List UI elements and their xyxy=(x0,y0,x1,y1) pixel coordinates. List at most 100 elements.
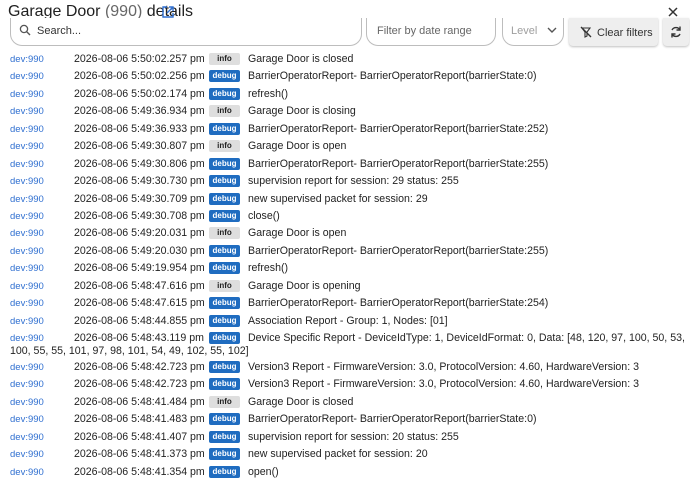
device-link[interactable]: dev:990 xyxy=(10,194,44,205)
log-timestamp: 2026-08-06 5:48:47.615 pm xyxy=(74,297,205,310)
level-badge: debug xyxy=(209,175,240,188)
device-link[interactable]: dev:990 xyxy=(10,362,44,373)
log-row: dev:990 2026-08-06 5:48:43.119 pm debug Dev… xyxy=(0,330,690,359)
log-message: Association Report - Group: 1, Nodes: [0… xyxy=(248,314,448,327)
log-row: dev:990 2026-08-06 5:48:41.407 pm debug sup… xyxy=(0,429,690,446)
level-badge: info xyxy=(209,53,240,65)
level-badge: info xyxy=(209,279,240,292)
device-link[interactable]: dev:990 xyxy=(10,316,44,327)
log-timestamp: 2026-08-06 5:50:02.256 pm xyxy=(74,70,205,83)
device-link[interactable]: dev:990 xyxy=(10,432,44,443)
level-badge: debug xyxy=(209,314,240,327)
log-row: dev:990 2026-08-06 5:48:44.855 pm debug Ass… xyxy=(0,313,690,330)
log-row: dev:990 2026-08-06 5:50:02.256 pm debug Bar… xyxy=(0,68,690,85)
log-message: Version3 Report - FirmwareVersion: 3.0, … xyxy=(248,378,639,391)
level-badge: debug xyxy=(209,192,240,205)
level-badge: debug xyxy=(209,209,240,222)
log-timestamp: 2026-08-06 5:48:41.484 pm xyxy=(74,395,205,408)
log-message: Garage Door is opening xyxy=(248,279,361,292)
log-row: dev:990 2026-08-06 5:49:30.806 pm debug Bar… xyxy=(0,156,690,173)
device-link[interactable]: dev:990 xyxy=(10,449,44,460)
device-link[interactable]: dev:990 xyxy=(10,298,44,309)
device-link[interactable]: dev:990 xyxy=(10,54,44,65)
log-timestamp: 2026-08-06 5:48:42.723 pm xyxy=(74,361,205,373)
level-select-label: Level xyxy=(511,25,538,37)
log-row: dev:990 2026-08-06 5:49:30.807 pm info Gara… xyxy=(0,138,690,155)
device-link[interactable]: dev:990 xyxy=(10,176,44,187)
device-link[interactable]: dev:990 xyxy=(10,281,44,292)
log-row: dev:990 2026-08-06 5:50:02.257 pm info Gara… xyxy=(0,51,690,68)
search-field[interactable] xyxy=(10,18,362,46)
level-badge: debug xyxy=(209,465,240,478)
log-message: Garage Door is closed xyxy=(248,395,354,408)
log-message: BarrierOperatorReport- BarrierOperatorRe… xyxy=(248,157,549,170)
level-badge: debug xyxy=(209,448,240,461)
device-link[interactable]: dev:990 xyxy=(10,159,44,170)
close-icon[interactable] xyxy=(666,5,680,19)
log-list: dev:990 2026-08-06 5:50:02.257 pm info Gara… xyxy=(0,51,690,481)
device-link[interactable]: dev:990 xyxy=(10,397,44,408)
refresh-icon xyxy=(671,26,681,38)
log-message: BarrierOperatorReport- BarrierOperatorRe… xyxy=(248,297,549,310)
device-link[interactable]: dev:990 xyxy=(10,89,44,100)
level-badge: debug xyxy=(209,430,240,443)
device-link[interactable]: dev:990 xyxy=(10,211,44,222)
level-badge: info xyxy=(209,140,240,153)
level-badge: info xyxy=(209,105,240,118)
log-message: new supervised packet for session: 20 xyxy=(248,448,428,461)
log-message: Version3 Report - FirmwareVersion: 3.0, … xyxy=(248,361,639,373)
device-link[interactable]: dev:990 xyxy=(10,246,44,257)
log-message: Garage Door is closing xyxy=(248,105,356,118)
log-timestamp: 2026-08-06 5:50:02.257 pm xyxy=(74,53,205,65)
log-message: close() xyxy=(248,209,280,222)
device-link[interactable]: dev:990 xyxy=(10,71,44,82)
log-timestamp: 2026-08-06 5:49:30.708 pm xyxy=(74,209,205,222)
log-message: Garage Door is closed xyxy=(248,53,354,65)
log-row: dev:990 2026-08-06 5:49:20.030 pm debug Bar… xyxy=(0,243,690,260)
log-message: open() xyxy=(248,465,279,478)
level-badge: debug xyxy=(209,378,240,391)
log-timestamp: 2026-08-06 5:49:20.031 pm xyxy=(74,227,205,240)
clear-filters-button[interactable]: Clear filters xyxy=(569,18,658,46)
refresh-button[interactable] xyxy=(663,18,689,46)
log-row: dev:990 2026-08-06 5:49:30.709 pm debug new… xyxy=(0,191,690,208)
device-link[interactable]: dev:990 xyxy=(10,379,44,390)
log-message: Device Specific Report - DeviceIdType: 1… xyxy=(10,332,685,357)
device-link[interactable]: dev:990 xyxy=(10,124,44,135)
clear-filters-label: Clear filters xyxy=(597,27,653,39)
log-row: dev:990 2026-08-06 5:48:47.615 pm debug Bar… xyxy=(0,295,690,312)
log-message: BarrierOperatorReport- BarrierOperatorRe… xyxy=(248,413,537,426)
log-row: dev:990 2026-08-06 5:48:42.723 pm debug Ver… xyxy=(0,359,690,376)
log-timestamp: 2026-08-06 5:48:41.407 pm xyxy=(74,430,205,443)
search-input[interactable] xyxy=(35,23,335,39)
log-message: refresh() xyxy=(248,262,289,275)
device-link[interactable]: dev:990 xyxy=(10,414,44,425)
device-link[interactable]: dev:990 xyxy=(10,263,44,274)
log-message: Garage Door is open xyxy=(248,140,347,153)
log-row: dev:990 2026-08-06 5:49:19.954 pm debug ref… xyxy=(0,260,690,277)
log-timestamp: 2026-08-06 5:49:30.709 pm xyxy=(74,192,205,205)
level-select[interactable]: Level xyxy=(502,18,564,46)
log-row: dev:990 2026-08-06 5:48:41.484 pm info Gara… xyxy=(0,394,690,411)
level-badge: debug xyxy=(209,122,240,135)
level-badge: debug xyxy=(209,244,240,257)
open-in-new-icon[interactable] xyxy=(161,5,175,19)
log-timestamp: 2026-08-06 5:48:41.483 pm xyxy=(74,413,205,426)
search-icon xyxy=(19,24,31,36)
log-timestamp: 2026-08-06 5:49:19.954 pm xyxy=(74,262,205,275)
log-row: dev:990 2026-08-06 5:48:41.354 pm debug ope… xyxy=(0,464,690,481)
log-message: BarrierOperatorReport- BarrierOperatorRe… xyxy=(248,70,537,83)
level-badge: debug xyxy=(209,157,240,170)
log-timestamp: 2026-08-06 5:50:02.174 pm xyxy=(74,87,205,100)
log-timestamp: 2026-08-06 5:49:30.806 pm xyxy=(74,157,205,170)
device-link[interactable]: dev:990 xyxy=(10,106,44,117)
log-message: BarrierOperatorReport- BarrierOperatorRe… xyxy=(248,122,549,135)
log-row: dev:990 2026-08-06 5:50:02.174 pm debug ref… xyxy=(0,86,690,103)
date-range-field[interactable] xyxy=(366,18,496,46)
date-range-input[interactable] xyxy=(375,23,490,39)
device-link[interactable]: dev:990 xyxy=(10,228,44,239)
log-message: supervision report for session: 20 statu… xyxy=(248,430,459,443)
device-link[interactable]: dev:990 xyxy=(10,467,44,478)
level-badge: debug xyxy=(209,87,240,100)
device-link[interactable]: dev:990 xyxy=(10,141,44,152)
